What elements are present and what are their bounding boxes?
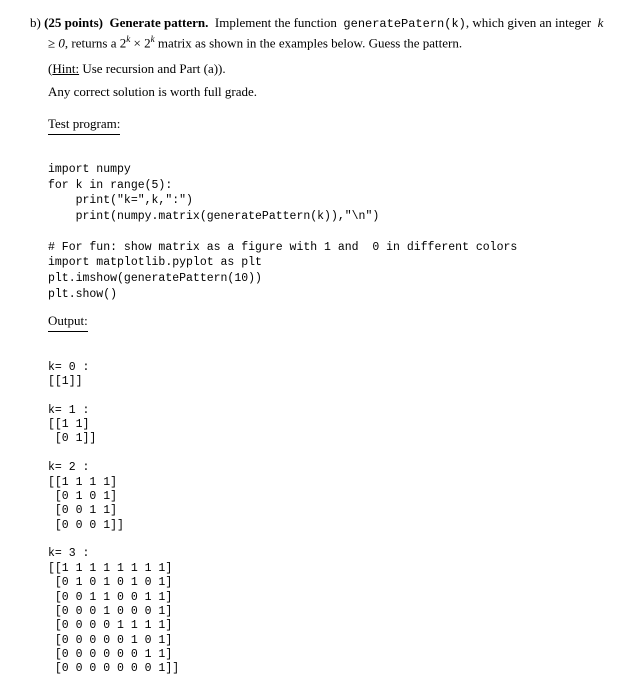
code-line: import matplotlib.pyplot as plt bbox=[48, 256, 262, 269]
output-line: k= 2 : bbox=[48, 461, 89, 474]
code-line: # For fun: show matrix as a figure with … bbox=[48, 241, 517, 254]
code-line: print(numpy.matrix(generatePattern(k)),"… bbox=[48, 210, 379, 223]
hint-line: (Hint: Use recursion and Part (a)). bbox=[48, 60, 608, 78]
output-line: k= 0 : bbox=[48, 361, 89, 374]
function-name: generatePatern(k) bbox=[343, 17, 465, 31]
code-line: for k in range(5): bbox=[48, 179, 172, 192]
code-block: import numpy for k in range(5): print("k… bbox=[48, 147, 608, 302]
points-label: (25 points) bbox=[44, 15, 103, 30]
grade-text: Any correct solution is worth full grade… bbox=[48, 84, 257, 99]
hint-text: Use recursion and Part (a)). bbox=[79, 61, 226, 76]
problem-title: Generate pattern. bbox=[109, 15, 208, 30]
code-line: plt.imshow(generatePattern(10)) bbox=[48, 272, 262, 285]
output-line: [0 0 0 1 0 0 0 1] bbox=[48, 605, 172, 618]
code-line: import numpy bbox=[48, 163, 131, 176]
output-line: [[1 1 1 1 1 1 1 1] bbox=[48, 562, 172, 575]
instruction-mid: , which given an integer bbox=[466, 15, 591, 30]
output-heading: Output: bbox=[48, 312, 88, 332]
output-line: k= 3 : bbox=[48, 547, 89, 560]
problem-intro: b) (25 points) Generate pattern. Impleme… bbox=[48, 14, 608, 52]
output-line: [0 1 0 1 0 1 0 1] bbox=[48, 576, 172, 589]
instruction-prefix: Implement the function bbox=[215, 15, 337, 30]
output-line: [0 0 0 0 1 1 1 1] bbox=[48, 619, 172, 632]
code-line: print("k=",k,":") bbox=[48, 194, 193, 207]
output-line: [[1]] bbox=[48, 375, 83, 388]
output-line: k= 1 : bbox=[48, 404, 89, 417]
output-line: [0 1 0 1] bbox=[48, 490, 117, 503]
test-program-heading: Test program: bbox=[48, 115, 120, 135]
output-line: [[1 1] bbox=[48, 418, 89, 431]
hint-word: Hint: bbox=[52, 61, 79, 76]
output-line: [0 1]] bbox=[48, 432, 96, 445]
output-line: [0 0 0 0 0 0 1 1] bbox=[48, 648, 172, 661]
instruction-end: matrix as shown in the examples below. G… bbox=[155, 35, 462, 50]
output-line: [0 0 0 1]] bbox=[48, 519, 124, 532]
output-line: [0 0 1 1] bbox=[48, 504, 117, 517]
output-line: [[1 1 1 1] bbox=[48, 476, 117, 489]
code-line: plt.show() bbox=[48, 288, 117, 301]
output-line: [0 0 0 0 0 1 0 1] bbox=[48, 634, 172, 647]
grade-line: Any correct solution is worth full grade… bbox=[48, 83, 608, 101]
output-line: [0 0 1 1 0 0 1 1] bbox=[48, 591, 172, 604]
instruction-suffix: , returns a 2 bbox=[65, 35, 126, 50]
part-label: b) bbox=[30, 15, 41, 30]
output-line: [0 0 0 0 0 0 0 1]] bbox=[48, 662, 179, 675]
times: × 2 bbox=[130, 35, 150, 50]
output-block: k= 0 : [[1]] k= 1 : [[1 1] [0 1]] k= 2 :… bbox=[48, 346, 608, 677]
